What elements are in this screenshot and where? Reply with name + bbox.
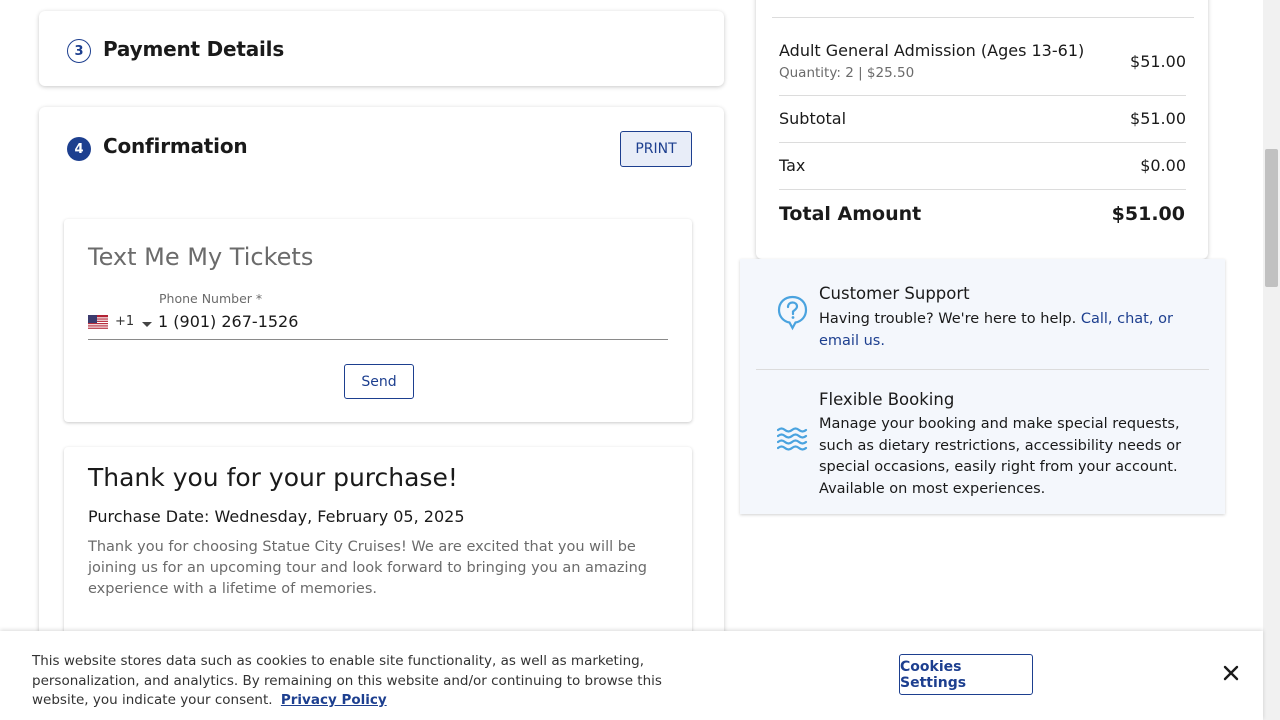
payment-details-step[interactable]: 3 Payment Details (39, 11, 724, 86)
page-scrollbar-thumb[interactable] (1265, 149, 1278, 287)
subtotal-value: $51.00 (1130, 109, 1186, 128)
tax-row: Tax $0.00 (779, 143, 1186, 190)
phone-number-input[interactable]: 1 (901) 267-1526 (158, 312, 298, 331)
checkout-confirmation-page: 3 Payment Details 4 Confirmation PRINT T… (0, 0, 1280, 720)
subtotal-label: Subtotal (779, 109, 847, 128)
phone-number-label: Phone Number * (159, 291, 263, 306)
caret-down-icon[interactable] (142, 322, 152, 327)
dial-code[interactable]: +1 (115, 314, 134, 329)
step-number-4: 4 (67, 137, 91, 161)
us-flag-icon[interactable] (88, 315, 108, 330)
close-icon[interactable] (1220, 662, 1242, 684)
question-bubble-icon (777, 295, 808, 331)
confirmation-step: 4 Confirmation PRINT Text Me My Tickets … (39, 107, 724, 720)
line-item-detail: Quantity: 2 | $25.50 (779, 65, 915, 81)
order-summary-card: Adult General Admission (Ages 13-61) Qua… (756, 0, 1208, 259)
line-item-name: Adult General Admission (Ages 13-61) (779, 41, 1085, 60)
total-amount-value: $51.00 (1111, 203, 1185, 225)
purchase-date: Purchase Date: Wednesday, February 05, 2… (88, 507, 465, 526)
total-amount-label: Total Amount (779, 203, 922, 225)
cookie-consent-banner: This website stores data such as cookies… (0, 631, 1263, 720)
flexible-booking-text: Manage your booking and make special req… (819, 416, 1182, 497)
support-divider (756, 369, 1209, 370)
confirmation-title: Confirmation (103, 134, 248, 158)
page-scrollbar-track[interactable] (1263, 0, 1280, 720)
privacy-policy-link[interactable]: Privacy Policy (281, 692, 387, 708)
thank-you-message: Thank you for choosing Statue City Cruis… (88, 539, 647, 597)
cookie-consent-text: This website stores data such as cookies… (32, 652, 712, 711)
line-item-price: $51.00 (1130, 52, 1186, 71)
tax-value: $0.00 (1140, 156, 1186, 175)
line-item-row: Adult General Admission (Ages 13-61) Qua… (779, 18, 1186, 96)
support-panel: Customer Support Having trouble? We're h… (740, 259, 1225, 514)
waves-icon (777, 427, 808, 451)
print-button[interactable]: PRINT (620, 131, 692, 167)
phone-number-field[interactable]: +1 1 (901) 267-1526 (88, 307, 668, 340)
customer-support-message: Having trouble? We're here to help. (819, 311, 1077, 327)
flexible-booking-title: Flexible Booking (819, 390, 955, 409)
step-number-3: 3 (67, 39, 91, 63)
customer-support-text: Having trouble? We're here to help. Call… (819, 309, 1189, 352)
tax-label: Tax (779, 156, 806, 175)
send-button[interactable]: Send (344, 364, 414, 399)
payment-details-title: Payment Details (103, 37, 285, 61)
subtotal-row: Subtotal $51.00 (779, 96, 1186, 143)
cookies-settings-button[interactable]: Cookies Settings (899, 654, 1033, 695)
thank-you-title: Thank you for your purchase! (88, 463, 458, 492)
text-tickets-heading: Text Me My Tickets (88, 243, 314, 271)
text-tickets-card: Text Me My Tickets Phone Number * +1 1 (… (64, 219, 692, 422)
customer-support-title: Customer Support (819, 284, 970, 303)
